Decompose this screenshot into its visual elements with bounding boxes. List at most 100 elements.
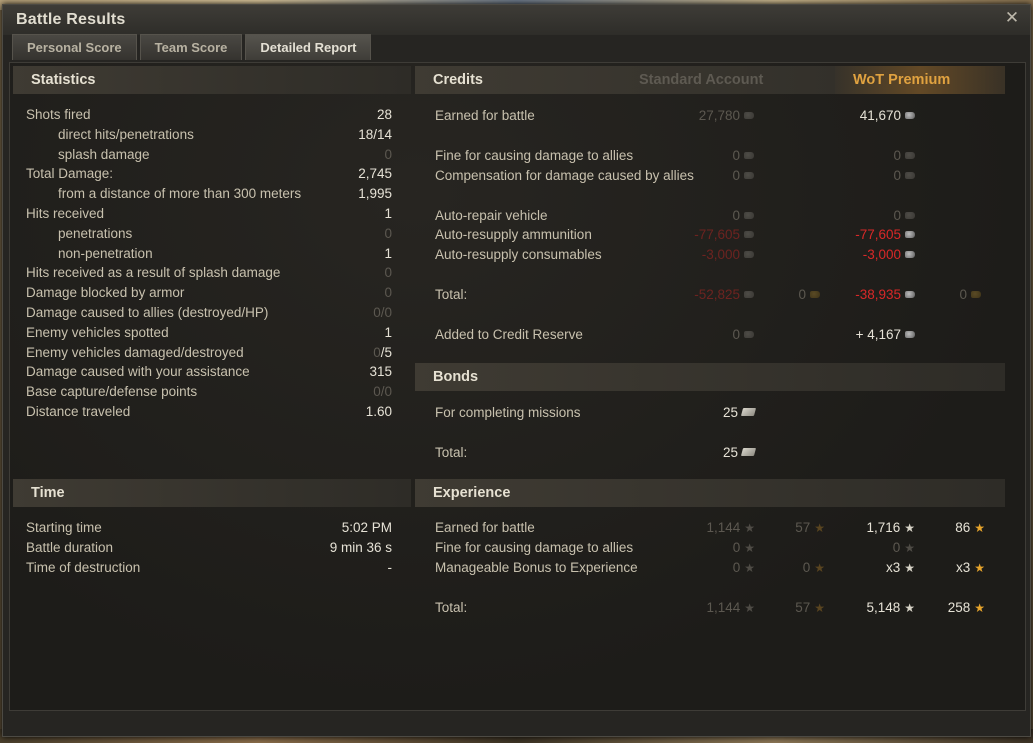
title-bar: Battle Results ✕ (3, 5, 1030, 35)
statistics-row: Hits received 1 (26, 206, 392, 226)
xp-premium-value-text: x3 (885, 560, 901, 575)
credits-icon (905, 151, 915, 159)
value-damaged: /5 (380, 344, 392, 360)
statistics-row-value: 0 (384, 285, 392, 300)
statistics-row: from a distance of more than 300 meters 1… (26, 186, 392, 206)
statistics-row-value-text: 1 (384, 206, 392, 221)
statistics-row-value-text: 1 (384, 324, 392, 340)
time-row-value: 9 min 36 s (330, 540, 392, 555)
statistics-row-value-text: 0 (384, 285, 392, 301)
gold-icon (810, 290, 820, 298)
xp-standard-value: 1,144 ★ (706, 600, 755, 615)
credits-standard-value: -3,000 (702, 247, 754, 262)
xp-premium-value: 0 ★ (893, 540, 915, 555)
credits-premium-value-text: 0 (893, 168, 901, 183)
free-xp-star-icon: ★ (814, 561, 825, 575)
wot-premium-label: WoT Premium (835, 66, 1005, 94)
free-xp-standard-value: 57 ★ (795, 520, 825, 535)
credits-premium-value-text: 0 (893, 148, 901, 163)
bond-icon (740, 408, 757, 417)
credits-row-label: Fine for causing damage to allies (435, 148, 634, 163)
statistics-row-value-text: 1,995 (358, 186, 392, 202)
xp-star-icon: ★ (744, 561, 755, 575)
time-row-value-text: 9 min 36 s (329, 540, 392, 555)
credits-row: Auto-resupply consumables -3,000 -3,000 (435, 247, 1005, 267)
free-xp-premium-value-text: x3 (955, 560, 971, 575)
free-xp-star-icon: ★ (974, 561, 985, 575)
gold-standard-value-text: 0 (798, 287, 806, 302)
credits-premium-value-text: 41,670 (859, 108, 901, 123)
experience-row-label: Earned for battle (435, 520, 535, 535)
statistics-row: Base capture/defense points 0/0 (26, 384, 392, 404)
standard-account-label: Standard Account (639, 72, 764, 88)
credits-standard-value-text: 0 (732, 148, 740, 163)
statistics-row-value-text: 18/14 (358, 126, 392, 142)
statistics-row-value: 0 (384, 265, 392, 280)
gold-standard-value: 0 (798, 287, 820, 302)
credits-premium-value-text: -3,000 (862, 247, 901, 262)
credits-standard-value: 0 (732, 148, 754, 163)
statistics-row-label: penetrations (58, 225, 133, 241)
bond-icon (740, 448, 757, 457)
close-icon[interactable]: ✕ (1004, 9, 1020, 26)
statistics-row-label: Enemy vehicles spotted (26, 324, 169, 340)
bonds-value-text: 25 (722, 405, 738, 420)
statistics-row: Shots fired 28 (26, 107, 392, 127)
statistics-row: Enemy vehicles spotted 1 (26, 325, 392, 345)
detailed-report-panel: Statistics Time Credits Standard Account… (9, 62, 1026, 711)
statistics-row-value: 315 (369, 364, 392, 379)
statistics-row: splash damage 0 (26, 147, 392, 167)
statistics-row-label: from a distance of more than 300 meters (58, 186, 302, 202)
credits-premium-value-text: -77,605 (855, 227, 901, 242)
tab-team-score[interactable]: Team Score (139, 34, 243, 60)
statistics-header: Statistics (13, 66, 411, 94)
time-row-label: Battle duration (26, 540, 114, 555)
statistics-row-label: Distance traveled (26, 404, 131, 419)
credits-standard-value-text: 0 (732, 168, 740, 183)
credits-premium-value: 0 (893, 168, 915, 183)
xp-premium-value-text: 0 (892, 540, 901, 555)
statistics-row-value-text: 0/0 (373, 305, 392, 320)
tab-personal-score[interactable]: Personal Score (12, 34, 137, 60)
experience-row-label: Manageable Bonus to Experience (435, 560, 638, 575)
experience-row-label: Total: (435, 600, 468, 615)
credits-standard-value: -52,825 (694, 287, 754, 302)
tab-detailed-report[interactable]: Detailed Report (245, 34, 372, 60)
statistics-row-label: splash damage (58, 146, 150, 162)
statistics-row-value-text: 1.60 (365, 404, 392, 419)
statistics-row: Damage blocked by armor 0 (26, 285, 392, 305)
statistics-row-value-text: 28 (376, 107, 392, 122)
credits-standard-value-text: 0 (732, 208, 740, 223)
free-xp-premium-value: 258 ★ (948, 600, 985, 615)
credits-standard-value-text: 0 (732, 327, 740, 342)
statistics-row-value-text: 1 (384, 245, 392, 261)
statistics-row: Enemy vehicles damaged/destroyed 0/5 (26, 345, 392, 365)
statistics-row-value-text: 0 (384, 225, 392, 241)
xp-star-icon: ★ (904, 601, 915, 615)
xp-star-icon: ★ (904, 561, 915, 575)
statistics-row-value: 1.60 (366, 404, 392, 419)
statistics-row-value-text: 0 (384, 146, 392, 162)
free-xp-star-icon: ★ (814, 601, 825, 615)
time-row: Starting time 5:02 PM (26, 520, 392, 540)
statistics-row-label: Damage caused to allies (destroyed/HP) (26, 305, 269, 320)
statistics-row-value: 0 (384, 147, 392, 162)
credits-icon (744, 290, 754, 298)
statistics-row-value: 0/5 (373, 345, 392, 360)
experience-row: Fine for causing damage to allies 0 ★ 0 ★ (435, 540, 1005, 560)
credits-premium-value-text: 0 (893, 208, 901, 223)
time-row-value: - (388, 560, 393, 575)
credits-standard-value: 27,780 (699, 108, 754, 123)
credits-row-label: Auto-repair vehicle (435, 208, 548, 223)
bonds-value-text: 25 (722, 445, 738, 460)
xp-star-icon: ★ (744, 541, 755, 555)
value-destroyed: 0 (373, 344, 381, 360)
statistics-row-label: Damage caused with your assistance (26, 364, 250, 380)
statistics-row: Damage caused with your assistance 315 (26, 364, 392, 384)
credits-standard-value-text: -3,000 (701, 247, 740, 262)
credits-premium-value: + 4,167 (856, 327, 915, 342)
xp-premium-value-text: 5,148 (866, 600, 901, 615)
credits-standard-value: -77,605 (694, 227, 754, 242)
battle-results-window: Battle Results ✕ Personal Score Team Sco… (2, 4, 1031, 737)
xp-star-icon: ★ (744, 601, 755, 615)
